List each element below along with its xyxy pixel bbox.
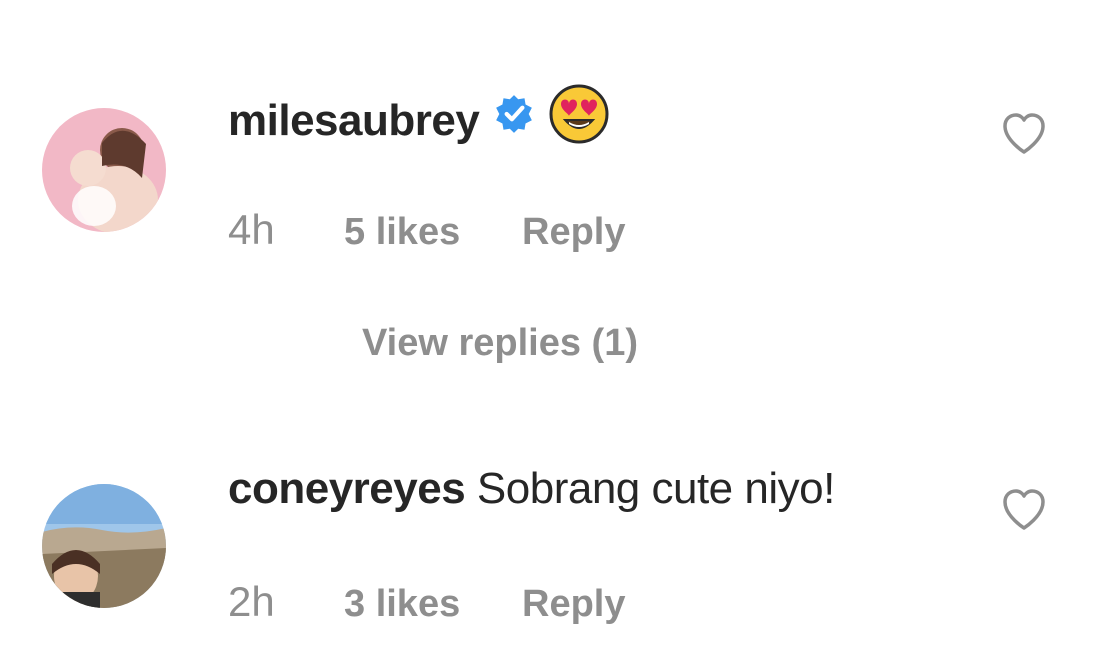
comment-item: milesaubrey 4h 5 likes Reply — [0, 0, 1120, 300]
view-replies-button[interactable]: View replies (1) — [362, 322, 638, 365]
comment-text: Sobrang cute niyo! — [476, 464, 835, 513]
like-heart-icon[interactable] — [1000, 486, 1048, 539]
avatar[interactable] — [42, 484, 166, 608]
comment-meta: 4h 5 likes Reply — [228, 206, 625, 254]
reply-button[interactable]: Reply — [522, 583, 625, 626]
likes-count[interactable]: 5 likes — [344, 211, 522, 254]
timestamp: 2h — [228, 578, 275, 625]
like-heart-icon[interactable] — [1000, 110, 1048, 163]
reply-button[interactable]: Reply — [522, 211, 625, 254]
timestamp: 4h — [228, 206, 275, 253]
verified-badge-icon — [493, 93, 535, 146]
comment-line: coneyreyes Sobrang cute niyo! — [228, 464, 835, 514]
comment-meta: 2h 3 likes Reply — [228, 578, 625, 626]
comment-line: milesaubrey — [228, 84, 609, 159]
heart-eyes-emoji-icon — [549, 84, 609, 155]
likes-count[interactable]: 3 likes — [344, 583, 522, 626]
username[interactable]: milesaubrey — [228, 96, 480, 145]
avatar[interactable] — [42, 108, 166, 232]
username[interactable]: coneyreyes — [228, 464, 466, 513]
comment-item: coneyreyes Sobrang cute niyo! 2h 3 likes R… — [0, 440, 1120, 664]
